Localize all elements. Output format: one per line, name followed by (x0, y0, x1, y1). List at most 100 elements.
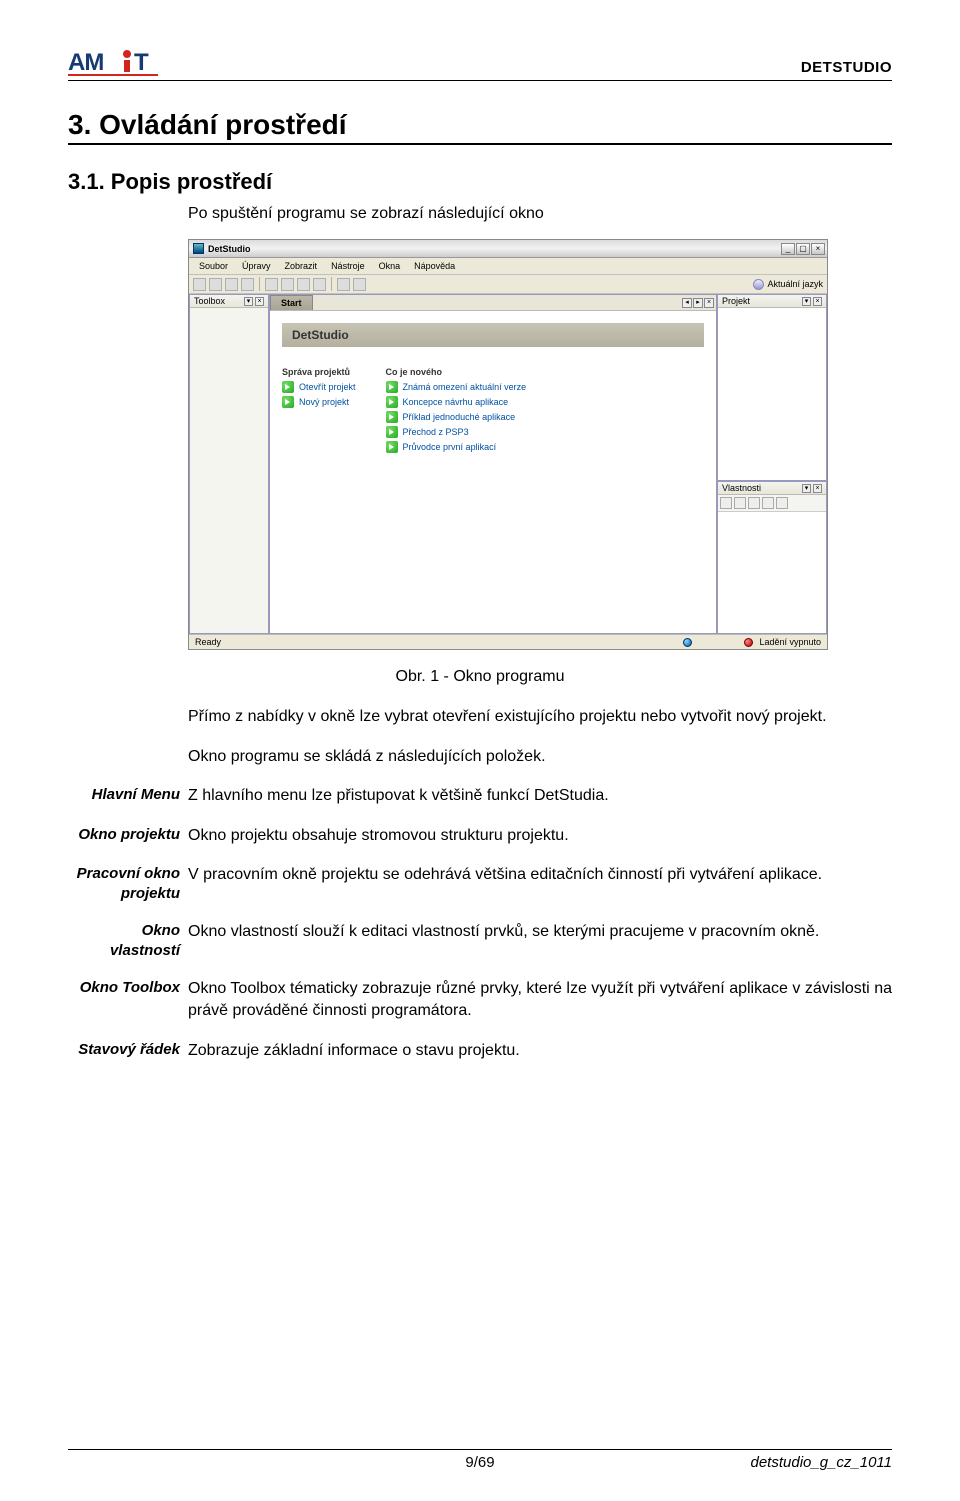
go-icon (386, 411, 398, 423)
news-link[interactable]: Koncepce návrhu aplikace (386, 396, 527, 408)
toolbar-icon[interactable] (353, 278, 366, 291)
col-title: Správa projektů (282, 367, 356, 377)
toolbox-title: Toolbox (194, 296, 225, 306)
center-panel: Start ◂ ▸ × DetStudio Správa projektů Ot… (269, 294, 717, 634)
close-icon[interactable]: × (813, 484, 822, 493)
go-icon (386, 396, 398, 408)
toolbar-icon[interactable] (313, 278, 326, 291)
definition-body: V pracovním okně projektu se odehrává vě… (188, 864, 892, 886)
link-new-project[interactable]: Nový projekt (282, 396, 356, 408)
tab-next-icon[interactable]: ▸ (693, 298, 703, 308)
definitions: Hlavní Menu Z hlavního menu lze přistupo… (68, 785, 892, 1061)
pin-icon[interactable]: ▾ (244, 297, 253, 306)
toolbar-icon[interactable] (776, 497, 788, 509)
globe-icon (753, 279, 764, 290)
toolbar-icon[interactable] (193, 278, 206, 291)
paragraph: Přímo z nabídky v okně lze vybrat otevře… (188, 706, 892, 728)
definition-row: Okno Toolbox Okno Toolbox tématicky zobr… (68, 978, 892, 1021)
status-led-icon (683, 638, 692, 647)
toolbar-icon[interactable] (297, 278, 310, 291)
status-debug: Ladění vypnuto (759, 637, 821, 647)
projekt-title: Projekt (722, 296, 750, 306)
tab-prev-icon[interactable]: ◂ (682, 298, 692, 308)
statusbar: Ready Ladění vypnuto (189, 634, 827, 649)
tab-close-icon[interactable]: × (704, 298, 714, 308)
toolbar-icon[interactable] (241, 278, 254, 291)
doc-id: detstudio_g_cz_1011 (750, 1454, 892, 1471)
go-icon (386, 441, 398, 453)
toolbar-icon[interactable] (720, 497, 732, 509)
definition-row: Okno projektu Okno projektu obsahuje str… (68, 825, 892, 847)
toolbar-icon[interactable] (762, 497, 774, 509)
minimize-button[interactable]: _ (781, 243, 795, 255)
logo: AM T (68, 48, 188, 76)
menu-item[interactable]: Okna (373, 260, 407, 272)
page-number: 9/69 (465, 1454, 494, 1471)
toolbar-icon[interactable] (209, 278, 222, 291)
definition-body: Zobrazuje základní informace o stavu pro… (188, 1040, 892, 1062)
definition-body: Okno Toolbox tématicky zobrazuje různé p… (188, 978, 892, 1021)
toolbar-icon[interactable] (748, 497, 760, 509)
tab-start[interactable]: Start (270, 295, 313, 310)
pin-icon[interactable]: ▾ (802, 297, 811, 306)
definition-term: Okno vlastností (68, 921, 188, 960)
menu-item[interactable]: Zobrazit (279, 260, 324, 272)
go-icon (386, 381, 398, 393)
right-column: Projekt ▾× Vlastnosti ▾× (717, 294, 827, 634)
section-title: 3. Ovládání prostředí (68, 109, 892, 141)
toolbar-icon[interactable] (734, 497, 746, 509)
start-area: DetStudio Správa projektů Otevřít projek… (270, 311, 716, 633)
separator (259, 277, 260, 291)
menu-item[interactable]: Nápověda (408, 260, 461, 272)
page-header: AM T DETSTUDIO (68, 48, 892, 81)
go-icon (282, 381, 294, 393)
vlastnosti-body (718, 512, 826, 633)
language-indicator[interactable]: Aktuální jazyk (753, 279, 823, 290)
menubar: Soubor Úpravy Zobrazit Nástroje Okna Náp… (189, 258, 827, 275)
toolbar-icon[interactable] (281, 278, 294, 291)
status-left: Ready (195, 637, 221, 647)
language-label: Aktuální jazyk (767, 279, 823, 289)
definition-term: Okno Toolbox (68, 978, 188, 998)
toolbar-icon[interactable] (265, 278, 278, 291)
window-title: DetStudio (208, 244, 251, 254)
toolbox-panel: Toolbox ▾× (189, 294, 269, 634)
definition-term: Stavový řádek (68, 1040, 188, 1060)
menu-item[interactable]: Nástroje (325, 260, 371, 272)
subsection-title: 3.1. Popis prostředí (68, 169, 892, 195)
vlastnosti-toolbar (718, 495, 826, 512)
screenshot: DetStudio _ ▢ × Soubor Úpravy Zobrazit N… (188, 239, 828, 650)
definition-row: Pracovní okno projektu V pracovním okně … (68, 864, 892, 903)
intro-text: Po spuštění programu se zobrazí následuj… (188, 205, 892, 223)
figure-caption: Obr. 1 - Okno programu (68, 668, 892, 686)
close-button[interactable]: × (811, 243, 825, 255)
close-icon[interactable]: × (255, 297, 264, 306)
news-link[interactable]: Přechod z PSP3 (386, 426, 527, 438)
link-open-project[interactable]: Otevřít projekt (282, 381, 356, 393)
menu-item[interactable]: Úpravy (236, 260, 277, 272)
news-link[interactable]: Příklad jednoduché aplikace (386, 411, 527, 423)
doc-name: DETSTUDIO (801, 59, 892, 76)
maximize-button[interactable]: ▢ (796, 243, 810, 255)
pin-icon[interactable]: ▾ (802, 484, 811, 493)
close-icon[interactable]: × (813, 297, 822, 306)
paragraph: Okno programu se skládá z následujících … (188, 746, 892, 768)
rule (68, 143, 892, 145)
projekt-panel: Projekt ▾× (717, 294, 827, 481)
definition-row: Okno vlastností Okno vlastností slouží k… (68, 921, 892, 960)
svg-text:T: T (134, 49, 149, 76)
svg-text:AM: AM (68, 49, 103, 76)
vlastnosti-panel: Vlastnosti ▾× (717, 481, 827, 634)
definition-term: Hlavní Menu (68, 785, 188, 805)
definition-term: Okno projektu (68, 825, 188, 845)
toolbar-icon[interactable] (337, 278, 350, 291)
toolbar-icon[interactable] (225, 278, 238, 291)
news-link[interactable]: Průvodce první aplikací (386, 441, 527, 453)
separator (331, 277, 332, 291)
menu-item[interactable]: Soubor (193, 260, 234, 272)
col-title: Co je nového (386, 367, 527, 377)
news-link[interactable]: Známá omezení aktuální verze (386, 381, 527, 393)
definition-body: Okno vlastností slouží k editaci vlastno… (188, 921, 892, 943)
start-col-projects: Správa projektů Otevřít projekt Nový pro… (282, 367, 356, 456)
projekt-body (718, 308, 826, 480)
